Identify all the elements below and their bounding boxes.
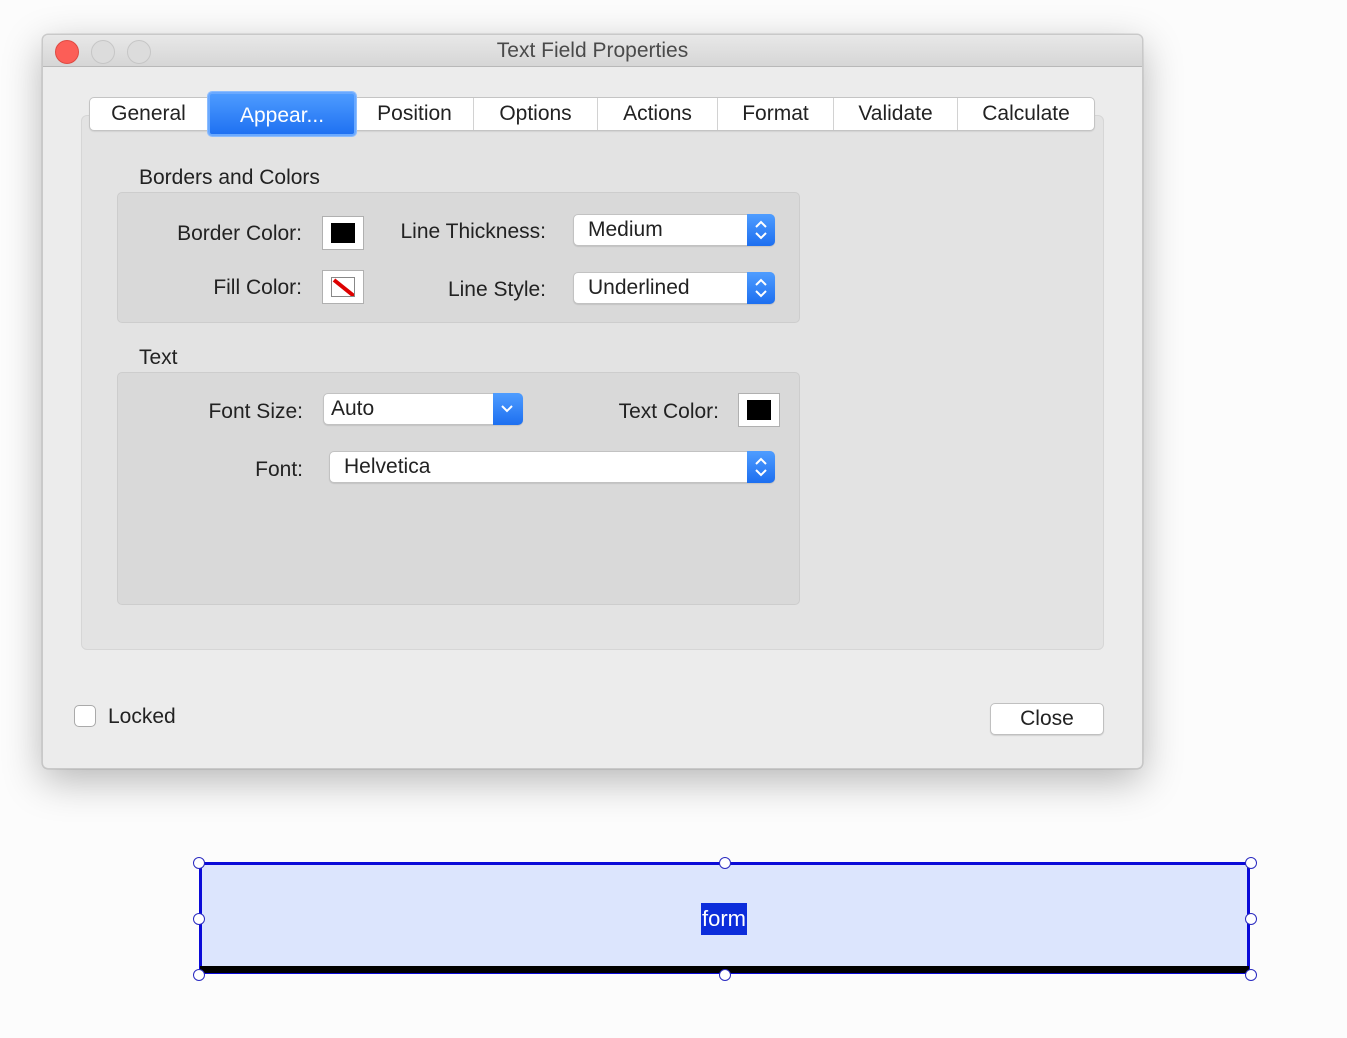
text-color-fill (747, 400, 771, 420)
tab-appearance[interactable]: Appear... (208, 92, 356, 136)
borders-section-title: Borders and Colors (139, 166, 320, 189)
resize-handle-top[interactable] (719, 857, 731, 869)
line-style-select[interactable]: Underlined (573, 272, 775, 304)
line-thickness-label: Line Thickness: (400, 220, 546, 243)
resize-handle-bottom-right[interactable] (1245, 969, 1257, 981)
title-bar[interactable]: Text Field Properties (43, 35, 1142, 67)
text-color-swatch[interactable] (738, 393, 780, 427)
border-color-swatch[interactable] (322, 216, 364, 250)
line-thickness-select[interactable]: Medium (573, 214, 775, 246)
line-style-value: Underlined (588, 276, 690, 299)
resize-handle-bottom[interactable] (719, 969, 731, 981)
font-size-label: Font Size: (208, 400, 303, 423)
font-value: Helvetica (344, 455, 431, 478)
tab-position[interactable]: Position (356, 98, 474, 130)
tab-general[interactable]: General (90, 98, 208, 130)
updown-chevron-icon (747, 214, 775, 246)
window-title: Text Field Properties (496, 39, 689, 62)
text-field-properties-dialog: Text Field Properties General Appear... … (42, 34, 1143, 769)
resize-handle-left[interactable] (193, 913, 205, 925)
updown-chevron-icon (747, 272, 775, 304)
line-style-label: Line Style: (447, 278, 546, 301)
locked-label[interactable]: Locked (108, 705, 176, 729)
tab-bar: General Appear... Position Options Actio… (89, 92, 1095, 136)
resize-handle-top-right[interactable] (1245, 857, 1257, 869)
fill-color-label: Fill Color: (213, 276, 302, 299)
resize-handle-top-left[interactable] (193, 857, 205, 869)
resize-handle-right[interactable] (1245, 913, 1257, 925)
tab-options[interactable]: Options (474, 98, 598, 130)
tab-calculate[interactable]: Calculate (958, 98, 1094, 130)
border-color-fill (331, 223, 355, 243)
line-thickness-value: Medium (588, 218, 663, 241)
tab-format[interactable]: Format (718, 98, 834, 130)
tab-validate[interactable]: Validate (834, 98, 958, 130)
text-color-label: Text Color: (618, 400, 719, 423)
fill-color-swatch[interactable] (322, 270, 364, 304)
text-group: Font Size: Auto Text Color: Font: Helvet… (117, 372, 800, 605)
no-color-icon (331, 277, 355, 297)
border-color-label: Border Color: (177, 222, 302, 245)
text-section-title: Text (139, 346, 178, 369)
font-size-select[interactable]: Auto (323, 393, 523, 425)
close-button[interactable]: Close (990, 703, 1104, 735)
form-field-text[interactable]: form (701, 903, 747, 935)
updown-chevron-icon (747, 451, 775, 483)
tab-actions[interactable]: Actions (598, 98, 718, 130)
chevron-down-icon (493, 393, 523, 425)
locked-checkbox[interactable] (74, 705, 96, 727)
font-size-value: Auto (331, 397, 375, 420)
resize-handle-bottom-left[interactable] (193, 969, 205, 981)
borders-group: Border Color: Line Thickness: Medium Fil… (117, 192, 800, 323)
font-label: Font: (255, 458, 303, 481)
font-select[interactable]: Helvetica (329, 451, 775, 483)
